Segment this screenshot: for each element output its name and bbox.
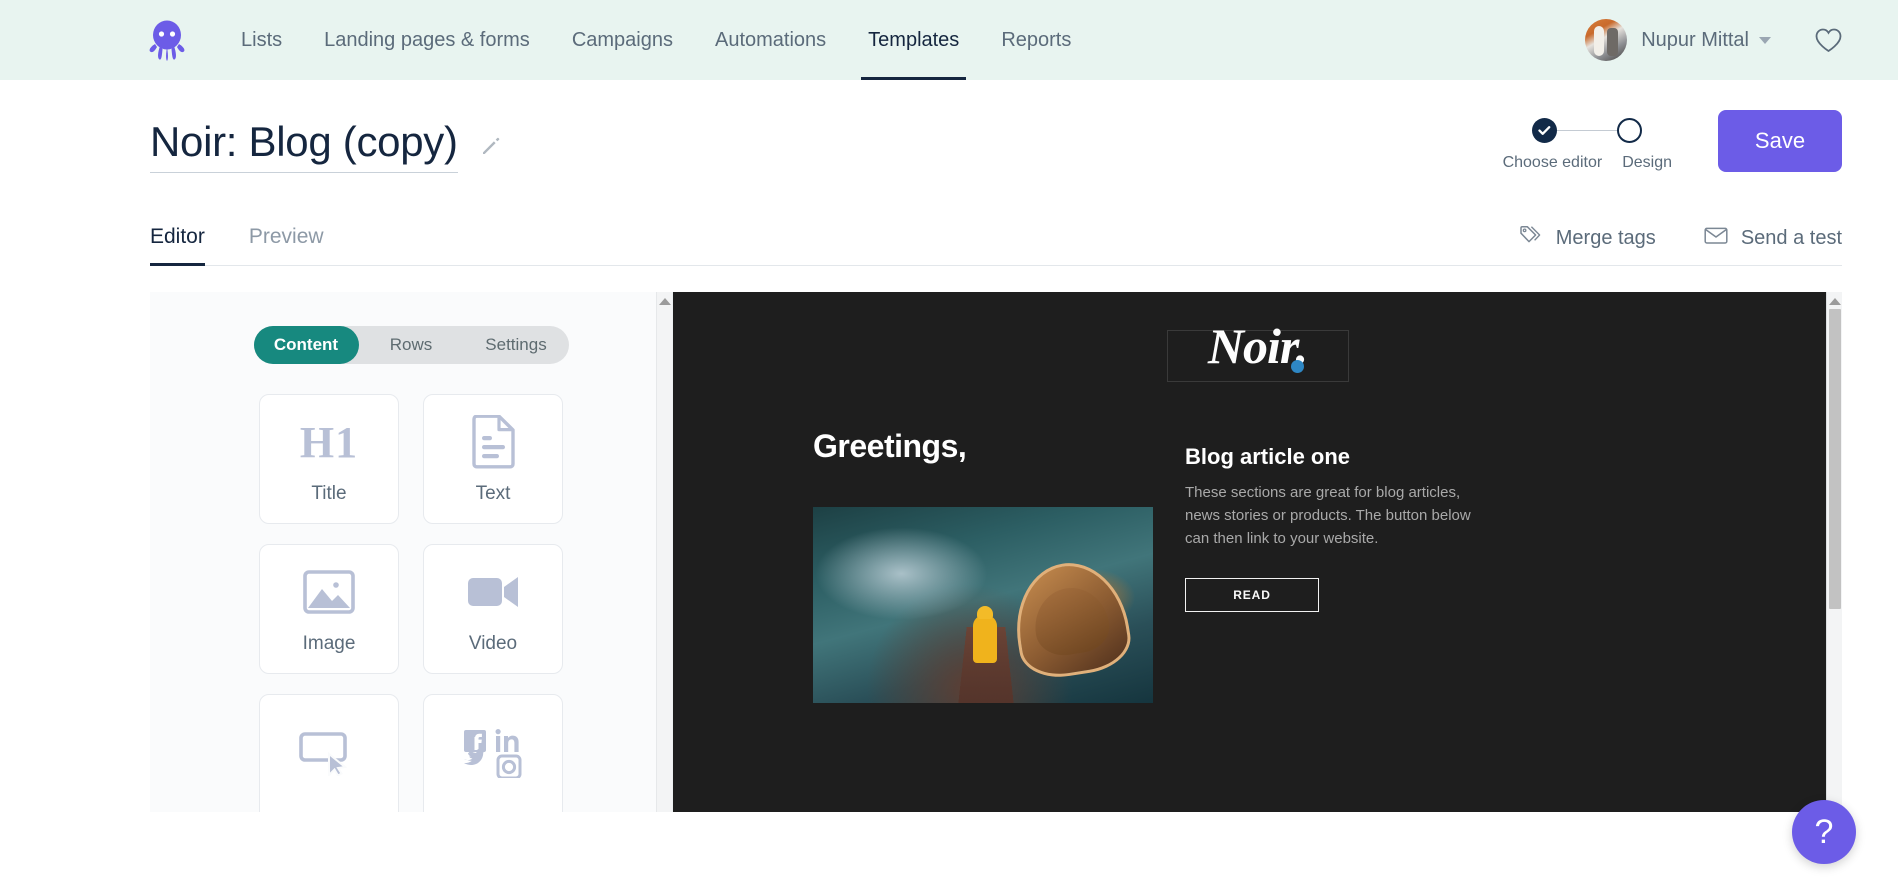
tag-icon — [1519, 225, 1543, 251]
nav-right-group: Nupur Mittal — [1585, 19, 1842, 61]
page-header: Noir: Blog (copy) Choose editor Design S… — [0, 80, 1898, 204]
merge-tags-button[interactable]: Merge tags — [1519, 225, 1656, 251]
email-column-left: Greetings, — [813, 428, 1153, 703]
tab-editor[interactable]: Editor — [150, 225, 205, 266]
chevron-down-icon[interactable] — [1759, 36, 1771, 44]
image-icon — [303, 563, 355, 621]
nav-item-reports[interactable]: Reports — [980, 0, 1092, 80]
block-video[interactable]: Video — [423, 544, 563, 674]
send-a-test-button[interactable]: Send a test — [1704, 226, 1842, 251]
stepper-labels: Choose editor Design — [1503, 154, 1672, 172]
email-preview-canvas[interactable]: Noir. Greetings, Blog article one These … — [673, 292, 1842, 812]
nav-item-lists[interactable]: Lists — [220, 0, 303, 80]
email-body-row: Greetings, Blog article one These sectio… — [673, 382, 1842, 703]
segment-rows[interactable]: Rows — [359, 326, 464, 364]
editor-workspace: Content Rows Settings H1 Title Text Imag… — [150, 292, 1842, 812]
avatar[interactable] — [1585, 19, 1628, 61]
segment-content[interactable]: Content — [253, 326, 359, 364]
save-button[interactable]: Save — [1718, 110, 1842, 172]
check-icon — [1538, 126, 1551, 135]
heading-h1-icon: H1 — [300, 413, 358, 471]
block-video-label: Video — [468, 633, 518, 654]
block-title-label: Title — [311, 483, 347, 504]
email-column-right: Blog article one These sections are grea… — [1185, 428, 1485, 703]
panel-segmented-control: Content Rows Settings — [253, 326, 569, 364]
title-row: Noir: Blog (copy) — [150, 118, 502, 174]
email-hero-image[interactable] — [813, 507, 1153, 703]
editor-tabbar: Editor Preview Merge tags Send a test — [150, 204, 1842, 266]
panel-scrollbar[interactable] — [656, 292, 672, 812]
top-navigation-bar: Lists Landing pages & forms Campaigns Au… — [0, 0, 1898, 80]
block-button[interactable] — [259, 694, 399, 812]
document-text-icon — [470, 413, 516, 471]
send-a-test-label: Send a test — [1740, 226, 1842, 249]
photo-person-shape — [972, 606, 997, 663]
stepper-connector-line — [1557, 130, 1618, 131]
block-text[interactable]: Text — [423, 394, 563, 524]
main-nav-links: Lists Landing pages & forms Campaigns Au… — [220, 0, 1092, 80]
h1-glyph: H1 — [299, 417, 359, 467]
pencil-icon[interactable] — [480, 135, 502, 162]
video-camera-icon — [466, 563, 520, 621]
block-title[interactable]: H1 Title — [259, 394, 399, 524]
scrollbar-thumb[interactable] — [1828, 309, 1841, 609]
email-read-button[interactable]: READ — [1185, 578, 1319, 613]
social-icons-icon — [462, 724, 524, 782]
email-greeting-text[interactable]: Greetings, — [813, 428, 1153, 465]
step-design-label: Design — [1622, 154, 1672, 171]
block-image-label: Image — [302, 633, 356, 654]
scroll-up-arrow-icon[interactable] — [1828, 298, 1841, 305]
button-cursor-icon — [299, 724, 359, 782]
nav-item-templates[interactable]: Templates — [847, 0, 980, 80]
content-block-grid: H1 Title Text Image Video — [259, 394, 563, 812]
photo-boat-shape — [1006, 554, 1136, 684]
header-actions: Choose editor Design Save — [1503, 110, 1842, 172]
block-text-label: Text — [475, 483, 511, 504]
email-article-title[interactable]: Blog article one — [1185, 444, 1485, 470]
page-title[interactable]: Noir: Blog (copy) — [150, 118, 458, 174]
envelope-icon — [1704, 226, 1728, 251]
step-choose-editor-label: Choose editor — [1502, 154, 1603, 171]
content-blocks-panel: Content Rows Settings H1 Title Text Imag… — [150, 292, 673, 812]
nav-item-campaigns[interactable]: Campaigns — [551, 0, 694, 80]
user-name-label[interactable]: Nupur Mittal — [1641, 29, 1749, 52]
editor-stepper: Choose editor Design — [1503, 110, 1672, 172]
step-design-dot[interactable] — [1617, 118, 1643, 143]
email-article-body[interactable]: These sections are great for blog articl… — [1185, 482, 1485, 550]
tabbar-actions: Merge tags Send a test — [1471, 225, 1842, 265]
step-choose-editor-dot[interactable] — [1532, 118, 1558, 143]
logo-accent-dot — [1290, 360, 1304, 373]
nav-item-automations[interactable]: Automations — [694, 0, 847, 80]
nav-item-landing-pages-forms[interactable]: Landing pages & forms — [303, 0, 551, 80]
heart-icon[interactable] — [1815, 28, 1842, 53]
preview-scrollbar[interactable] — [1826, 292, 1842, 812]
segment-settings[interactable]: Settings — [464, 326, 569, 364]
scroll-up-arrow-icon[interactable] — [658, 298, 671, 305]
block-social[interactable] — [423, 694, 563, 812]
stepper-dots — [1532, 118, 1643, 143]
octopus-logo[interactable] — [146, 18, 188, 62]
help-button[interactable]: ? — [1792, 800, 1856, 864]
block-image[interactable]: Image — [259, 544, 399, 674]
tab-preview[interactable]: Preview — [249, 225, 324, 265]
email-logo-block[interactable]: Noir. — [1166, 318, 1349, 382]
merge-tags-label: Merge tags — [1555, 226, 1656, 249]
